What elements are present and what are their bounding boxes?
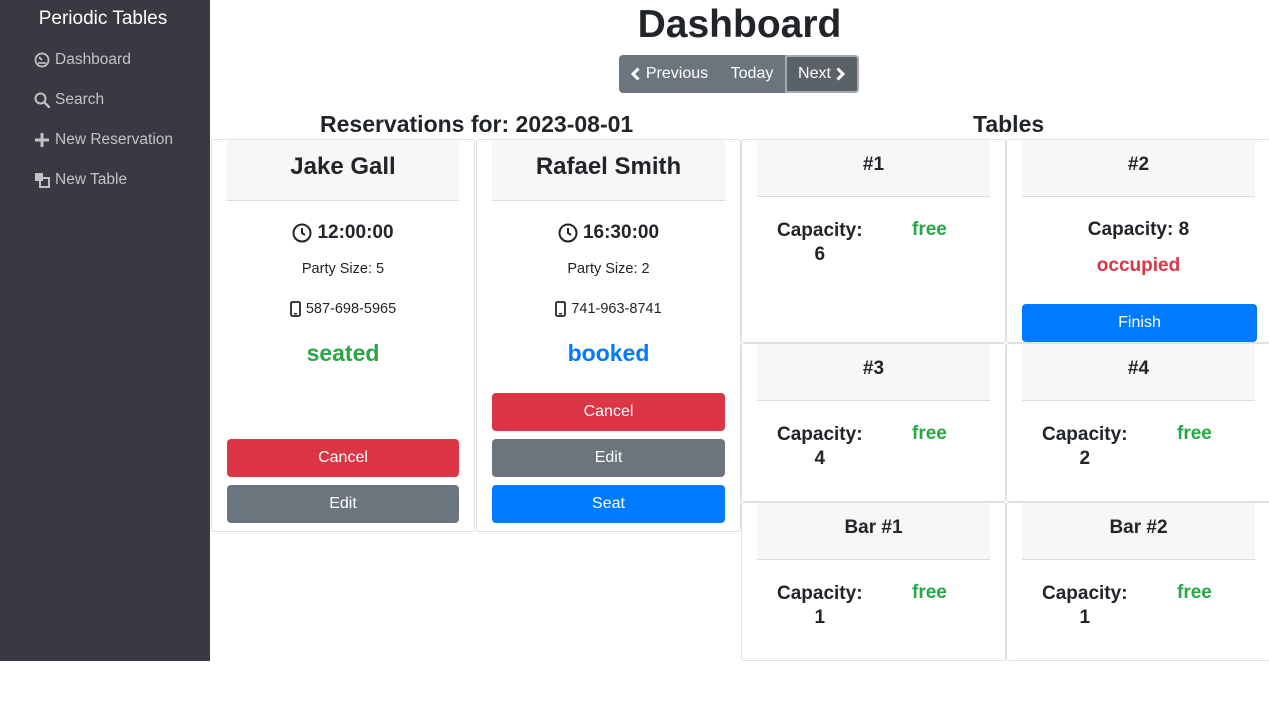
table-icon [35,173,50,188]
party-size: Party Size: 2 [567,261,650,277]
table-card: Bar #2 Capacity: 1 free [1006,502,1269,661]
clock-icon [292,223,312,243]
reservations-heading: Reservations for: 2023-08-01 [320,111,634,137]
dashboard-icon [34,52,50,68]
reservation-phone: 741-963-8741 [477,301,740,317]
table-name: Bar #2 [1022,503,1255,560]
reservation-phone: 587-698-5965 [212,301,474,317]
table-card: Bar #1 Capacity: 1 free [741,502,1006,661]
phone-icon [555,301,567,317]
next-button[interactable]: Next [785,55,859,93]
next-label: Next [798,65,831,82]
chevron-left-icon [630,67,640,81]
date-nav-group: Previous Today Next [619,55,859,93]
today-button[interactable]: Today [719,55,785,93]
table-name: #4 [1022,344,1255,401]
sidebar-item-dashboard[interactable]: Dashboard [34,51,131,69]
finish-button[interactable]: Finish [1022,304,1257,342]
table-name: Bar #1 [757,503,990,560]
table-card: #3 Capacity: 4 free [741,343,1006,502]
reservation-card: Rafael Smith 16:30:00 Party Size: 2 741-… [476,139,741,532]
cancel-button[interactable]: Cancel [227,439,459,477]
reservation-time: 12:00:00 [212,222,474,244]
table-name: #2 [1022,140,1255,197]
cancel-button[interactable]: Cancel [492,393,725,431]
table-capacity: Capacity: 4 [777,424,863,469]
sidebar-item-label: Search [55,91,105,108]
brand-title: Periodic Tables [38,8,168,29]
table-capacity: Capacity: 8 [1087,219,1190,240]
plus-icon [35,133,49,147]
previous-button[interactable]: Previous [619,55,719,93]
table-card: #2 Capacity: 8 occupied Finish [1006,139,1269,343]
sidebar: Periodic Tables Dashboard Search New Res… [0,0,210,661]
edit-button[interactable]: Edit [227,485,459,523]
edit-button[interactable]: Edit [492,439,725,477]
table-capacity: Capacity: 6 [777,220,863,265]
table-capacity: Capacity: 1 [1042,583,1128,628]
table-status: free [912,219,947,240]
table-capacity: Capacity: 1 [777,583,863,628]
seat-button[interactable]: Seat [492,485,725,523]
reservation-status: booked [567,340,650,366]
reservation-name: Rafael Smith [492,140,725,201]
table-card: #4 Capacity: 2 free [1006,343,1269,502]
table-capacity: Capacity: 2 [1042,424,1128,469]
table-status: free [1177,582,1212,603]
table-status: occupied [1096,255,1181,276]
chevron-right-icon [836,67,846,81]
tables-heading: Tables [973,111,1045,137]
reservation-status: seated [306,340,380,366]
clock-icon [558,223,578,243]
sidebar-item-new-reservation[interactable]: New Reservation [34,131,173,149]
previous-label: Previous [645,65,709,82]
sidebar-item-new-table[interactable]: New Table [34,171,127,189]
table-status: free [1177,423,1212,444]
sidebar-item-label: Dashboard [55,51,131,68]
reservation-card: Jake Gall 12:00:00 Party Size: 5 587-698… [211,139,475,532]
table-status: free [912,582,947,603]
sidebar-item-search[interactable]: Search [34,91,104,109]
sidebar-item-label: New Table [55,171,128,188]
search-icon [34,92,50,108]
table-name: #3 [757,344,990,401]
page-title: Dashboard [637,3,842,46]
party-size: Party Size: 5 [301,261,385,277]
table-status: free [912,423,947,444]
phone-icon [289,301,301,317]
table-card: #1 Capacity: 6 free [741,139,1006,343]
sidebar-item-label: New Reservation [55,131,174,148]
reservation-name: Jake Gall [227,140,459,201]
reservation-time: 16:30:00 [477,222,740,244]
today-label: Today [730,65,774,82]
table-name: #1 [757,140,990,197]
